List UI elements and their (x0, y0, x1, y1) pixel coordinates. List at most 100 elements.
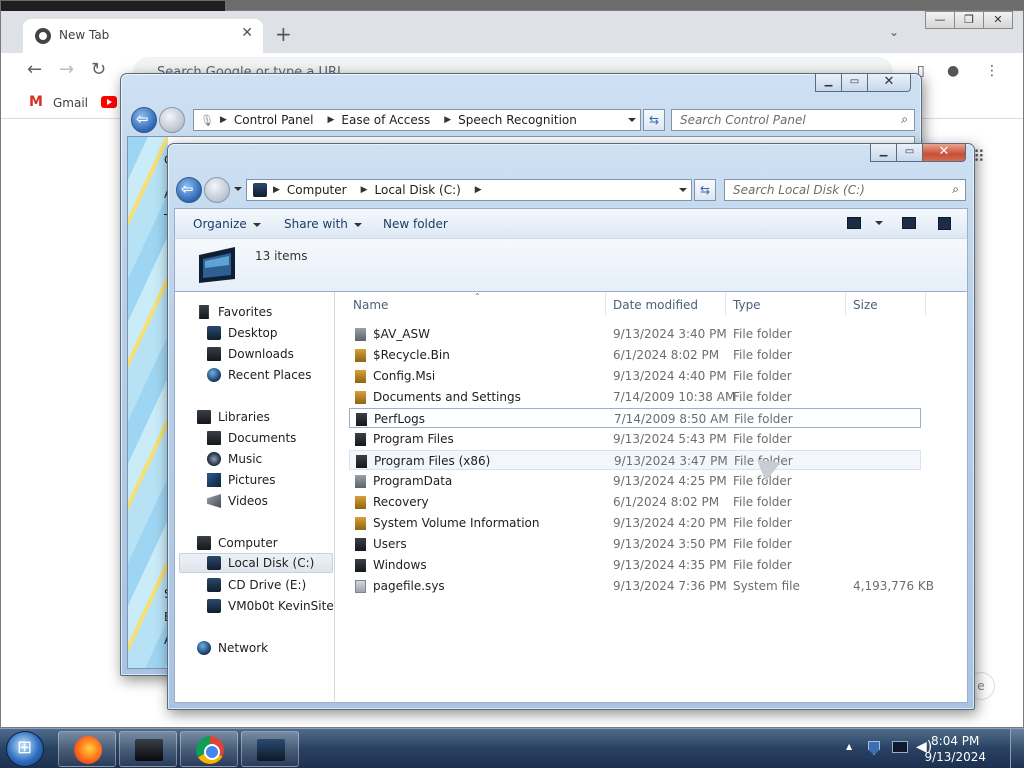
nav-libraries[interactable]: Libraries (197, 407, 270, 427)
nav-local-disk[interactable]: Local Disk (C:) (179, 553, 333, 573)
breadcrumb-control-panel[interactable]: Control Panel (234, 113, 314, 127)
file-row[interactable]: Config.Msi 9/13/2024 4:40 PM File folder (349, 366, 921, 386)
bookmark-youtube[interactable] (101, 96, 117, 108)
change-view-icon[interactable] (847, 217, 861, 229)
file-type: File folder (733, 537, 792, 551)
tab-new-tab[interactable]: New Tab ✕ (23, 19, 263, 53)
taskbar-cmd[interactable] (119, 731, 177, 767)
clock-time: 8:04 PM (931, 734, 980, 748)
file-row[interactable]: $AV_ASW 9/13/2024 3:40 PM File folder (349, 324, 921, 344)
nav-network-drive[interactable]: VM0b0t KevinSite (207, 596, 334, 616)
reload-icon[interactable]: ↻ (91, 59, 106, 80)
back-arrow-icon[interactable]: ← (27, 59, 42, 80)
close-button[interactable]: ✕ (922, 144, 966, 162)
nav-network[interactable]: Network (197, 638, 268, 658)
taskbar-firefox[interactable] (58, 731, 116, 767)
nav-cd-drive[interactable]: CD Drive (E:) (207, 575, 306, 595)
forward-arrow-icon[interactable]: → (59, 59, 74, 80)
show-desktop-button[interactable] (1010, 729, 1024, 768)
close-button[interactable]: ✕ (867, 74, 911, 92)
column-header-type[interactable]: Type (733, 298, 761, 312)
file-row[interactable]: Documents and Settings 7/14/2009 10:38 AM… (349, 387, 921, 407)
nav-videos[interactable]: Videos (207, 491, 268, 511)
preview-pane-icon[interactable] (902, 217, 916, 229)
nav-desktop[interactable]: Desktop (207, 323, 278, 343)
column-header-date[interactable]: Date modified (613, 298, 698, 312)
back-button[interactable] (131, 107, 157, 133)
chevron-down-icon[interactable] (679, 188, 687, 192)
taskbar-explorer[interactable] (241, 731, 299, 767)
back-button[interactable] (176, 177, 202, 203)
nav-computer[interactable]: Computer (197, 533, 278, 553)
tab-close-icon[interactable]: ✕ (241, 25, 253, 41)
minimize-button[interactable]: — (925, 11, 955, 29)
recent-pages-icon[interactable] (234, 187, 242, 191)
profile-icon[interactable]: ● (947, 63, 959, 79)
nav-pictures[interactable]: Pictures (207, 470, 276, 490)
view-options-dropdown[interactable] (869, 215, 883, 229)
forward-button[interactable] (204, 177, 230, 203)
breadcrumb-ease-of-access[interactable]: Ease of Access (341, 113, 430, 127)
bookmark-gmail[interactable]: Gmail (29, 94, 88, 110)
explorer-address-bar[interactable]: ▶ Computer ▶ Local Disk (C:) ▶ (246, 179, 692, 201)
cp-address-bar[interactable]: 🎙 ▶ Control Panel ▶ Ease of Access ▶ Spe… (193, 109, 641, 131)
minimize-button[interactable]: ▁ (870, 144, 897, 162)
file-row[interactable]: Windows 9/13/2024 4:35 PM File folder (349, 555, 921, 575)
file-row[interactable]: PerfLogs 7/14/2009 8:50 AM File folder (349, 408, 921, 428)
youtube-icon (101, 96, 117, 108)
search-icon[interactable]: ⌕ (901, 112, 908, 127)
breadcrumb-computer[interactable]: Computer (287, 183, 347, 197)
minimize-button[interactable]: ▁ (815, 74, 842, 92)
close-button[interactable]: ✕ (983, 11, 1013, 29)
explorer-search-input[interactable]: Search Local Disk (C:) ⌕ (724, 179, 966, 201)
cp-search-input[interactable]: Search Control Panel ⌕ (671, 109, 915, 131)
share-with-button[interactable]: Share with (284, 217, 362, 231)
nav-downloads[interactable]: Downloads (207, 344, 294, 364)
file-row[interactable]: System Volume Information 9/13/2024 4:20 … (349, 513, 921, 533)
tray-overflow-icon[interactable]: ▲ (846, 742, 852, 751)
chrome-favicon-icon (35, 28, 51, 44)
explorer-window: ▁ ▭ ✕ ▶ Computer ▶ Local Disk (C:) ▶ ⇆ S… (167, 143, 975, 710)
file-date: 9/13/2024 4:25 PM (613, 474, 727, 488)
column-header-name[interactable]: Name (353, 298, 388, 312)
refresh-icon[interactable]: ⇆ (643, 109, 665, 131)
file-size: 4,193,776 KB (853, 579, 934, 593)
file-row[interactable]: ProgramData 9/13/2024 4:25 PM File folder (349, 471, 921, 491)
documents-icon (207, 431, 221, 445)
network-drive-icon (207, 599, 221, 613)
nav-favorites[interactable]: Favorites (197, 302, 272, 322)
file-row[interactable]: Program Files (x86) 9/13/2024 3:47 PM File… (349, 450, 921, 470)
hidden-folder-icon (355, 328, 366, 341)
menu-dots-icon[interactable]: ⋮ (985, 63, 999, 79)
file-row[interactable]: Recovery 6/1/2024 8:02 PM File folder (349, 492, 921, 512)
file-row[interactable]: Program Files 9/13/2024 5:43 PM File folde… (349, 429, 921, 449)
file-row[interactable]: pagefile.sys 9/13/2024 7:36 PM System file… (349, 576, 934, 596)
breadcrumb-local-disk[interactable]: Local Disk (C:) (375, 183, 461, 197)
file-row[interactable]: $Recycle.Bin 6/1/2024 8:02 PM File folder (349, 345, 921, 365)
file-name: PerfLogs (374, 412, 426, 426)
security-shield-icon[interactable] (868, 741, 880, 755)
new-tab-button[interactable]: + (275, 22, 292, 46)
new-folder-button[interactable]: New folder (383, 217, 448, 231)
nav-recent-places[interactable]: Recent Places (207, 365, 311, 385)
file-type: File folder (734, 412, 793, 426)
restore-button[interactable]: ❐ (954, 11, 984, 29)
network-tray-icon[interactable] (892, 741, 908, 753)
taskbar-chrome[interactable] (180, 731, 238, 767)
breadcrumb-speech-recognition[interactable]: Speech Recognition (458, 113, 577, 127)
system-clock[interactable]: 8:04 PM 9/13/2024 (924, 733, 986, 765)
chevron-down-icon[interactable] (628, 118, 636, 122)
maximize-button[interactable]: ▭ (896, 144, 923, 162)
nav-music[interactable]: Music (207, 449, 262, 469)
start-button[interactable] (6, 731, 44, 767)
maximize-button[interactable]: ▭ (841, 74, 868, 92)
organize-button[interactable]: Organize (193, 217, 261, 231)
search-icon[interactable]: ⌕ (952, 182, 959, 197)
refresh-icon[interactable]: ⇆ (694, 179, 716, 201)
nav-documents[interactable]: Documents (207, 428, 296, 448)
help-icon[interactable] (938, 217, 951, 230)
file-row[interactable]: Users 9/13/2024 3:50 PM File folder (349, 534, 921, 554)
column-header-size[interactable]: Size (853, 298, 878, 312)
tab-search-icon[interactable]: ⌄ (889, 25, 899, 39)
forward-button[interactable] (159, 107, 185, 133)
